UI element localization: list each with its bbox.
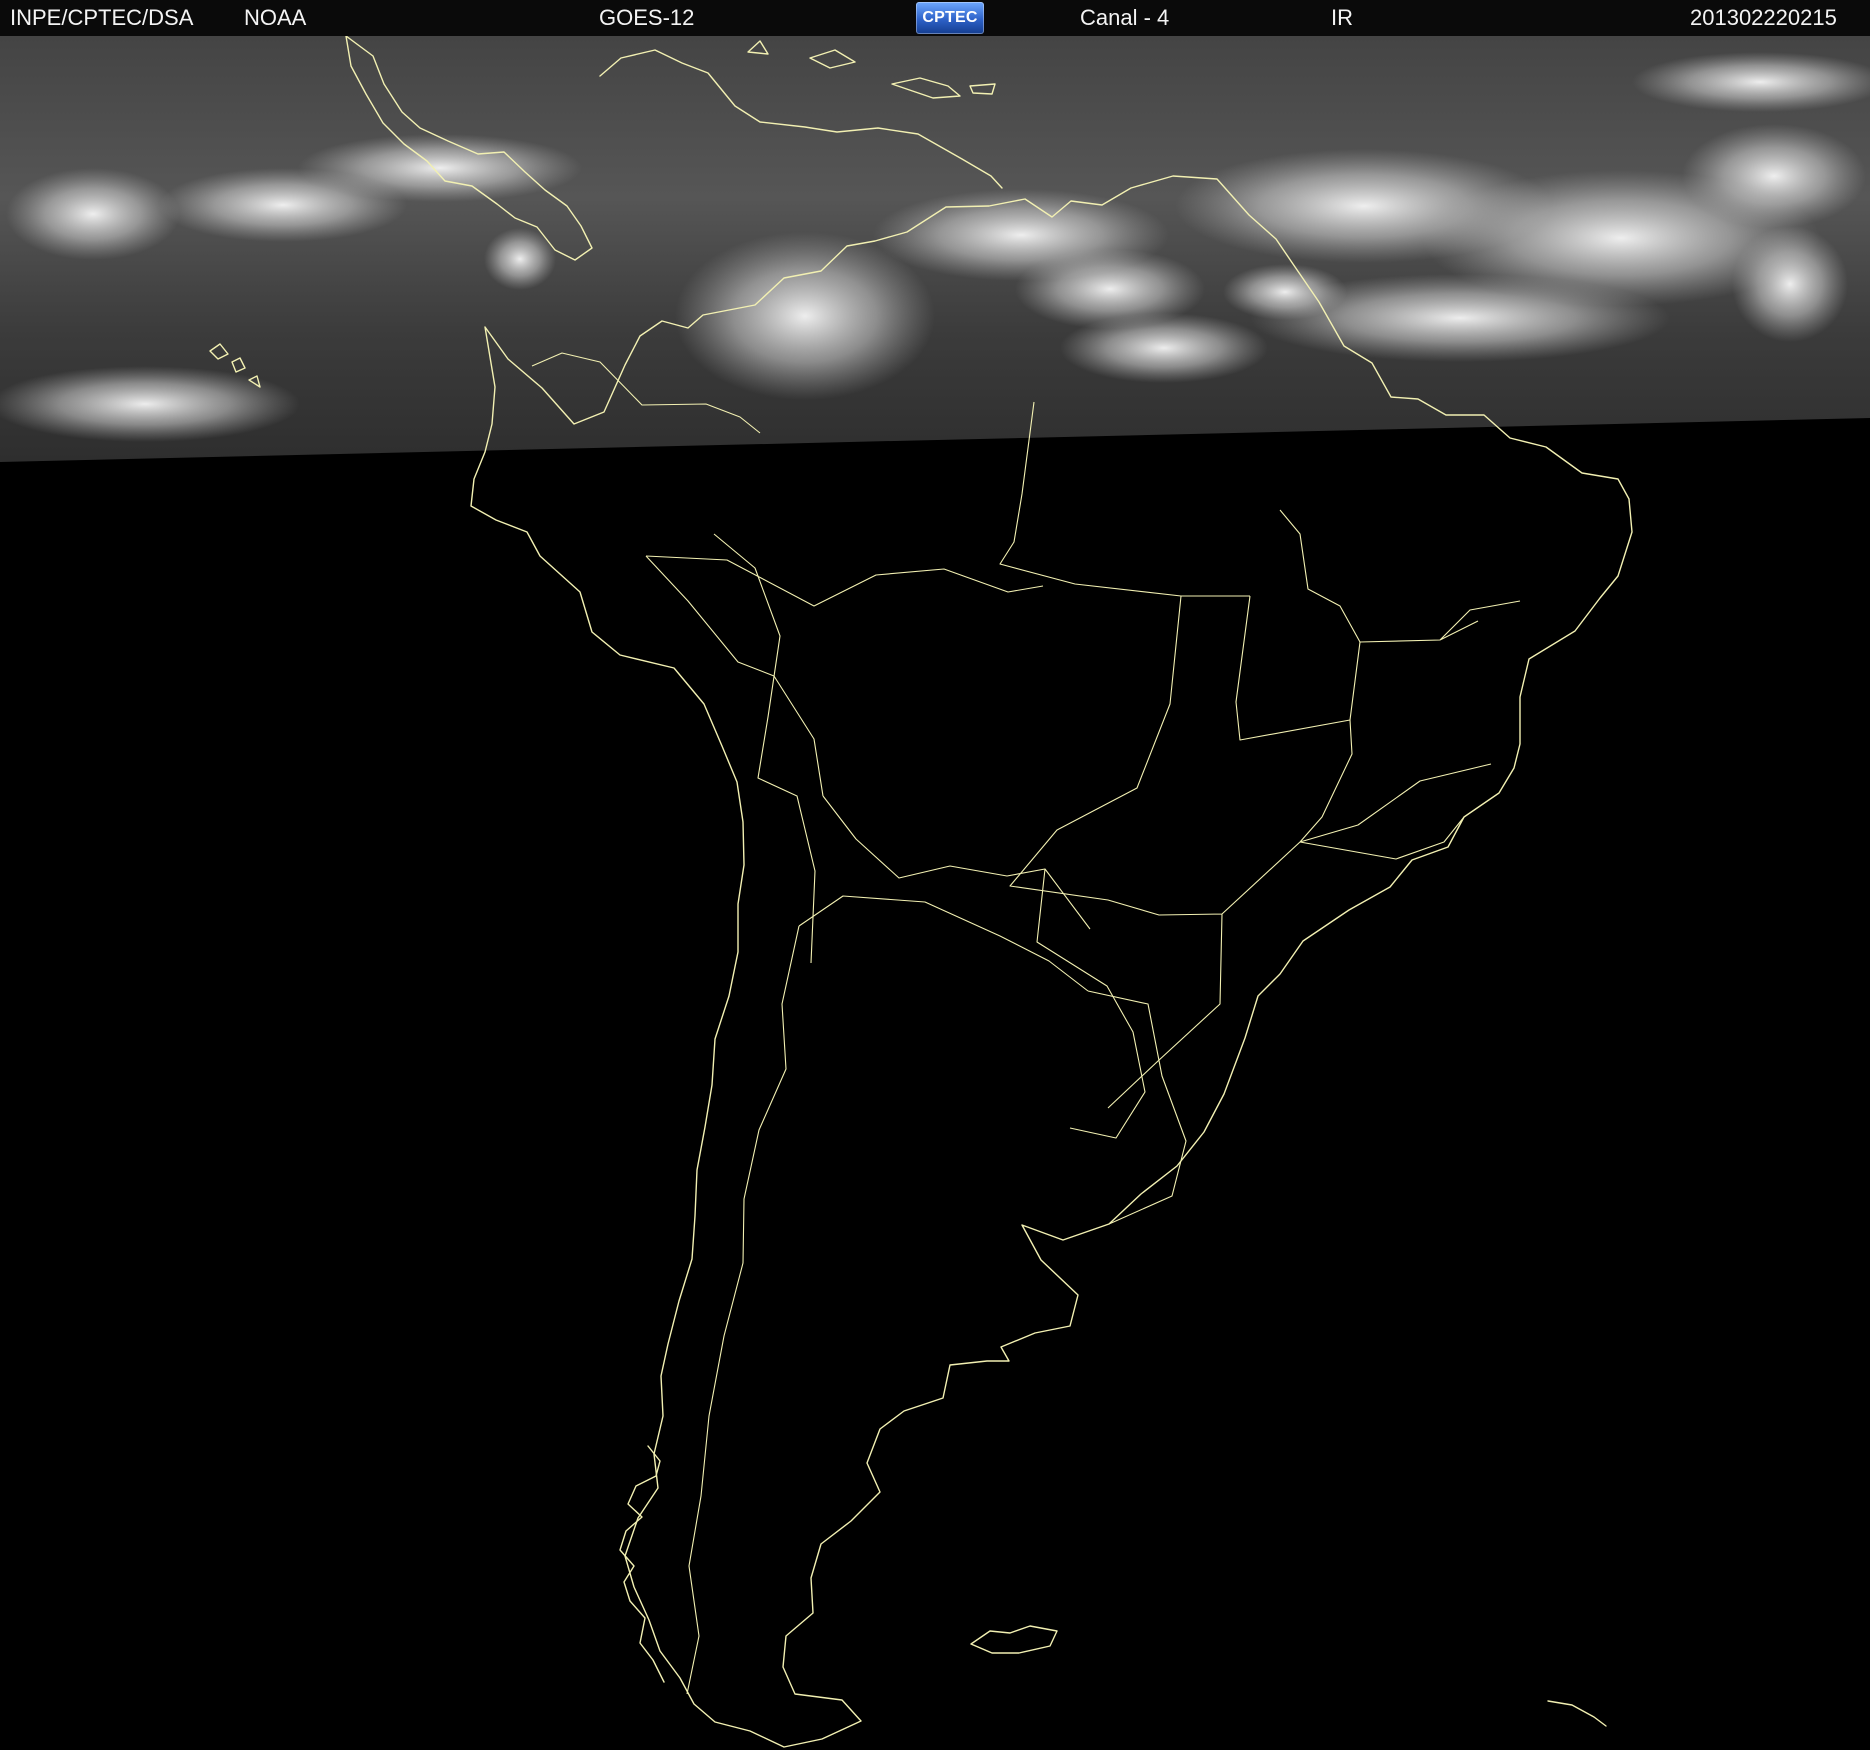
band-label: IR [1331, 5, 1353, 30]
south-georgia [1547, 1700, 1607, 1727]
agency-label: NOAA [244, 5, 307, 30]
cptec-logo-text: CPTEC [922, 9, 978, 26]
peru-bolivia-border [645, 555, 824, 797]
cptec-logo: CPTEC [916, 2, 984, 34]
header-bar: INPE/CPTEC/DSA NOAA GOES-12 CPTEC Canal … [0, 0, 1870, 37]
argentina-north-border [798, 895, 1089, 992]
paraguay-border [1036, 868, 1146, 1139]
uruguay-border [1087, 990, 1187, 1225]
satellite-map-page: INPE/CPTEC/DSA NOAA GOES-12 CPTEC Canal … [0, 0, 1870, 1750]
brazil-state-borders [999, 401, 1521, 1109]
bolivia-border [822, 795, 1091, 930]
map-area [0, 36, 1870, 1750]
border-layer [531, 352, 1521, 1695]
map-svg [0, 36, 1870, 1748]
source-label: INPE/CPTEC/DSA [10, 5, 194, 30]
brazil-north-border [645, 555, 1044, 607]
falkland-islands [970, 1625, 1058, 1654]
channel-label: Canal - 4 [1080, 5, 1170, 30]
satellite-label: GOES-12 [599, 5, 695, 30]
chile-argentina-border [686, 925, 800, 1695]
timestamp-label: 201302220215 [1690, 5, 1837, 30]
